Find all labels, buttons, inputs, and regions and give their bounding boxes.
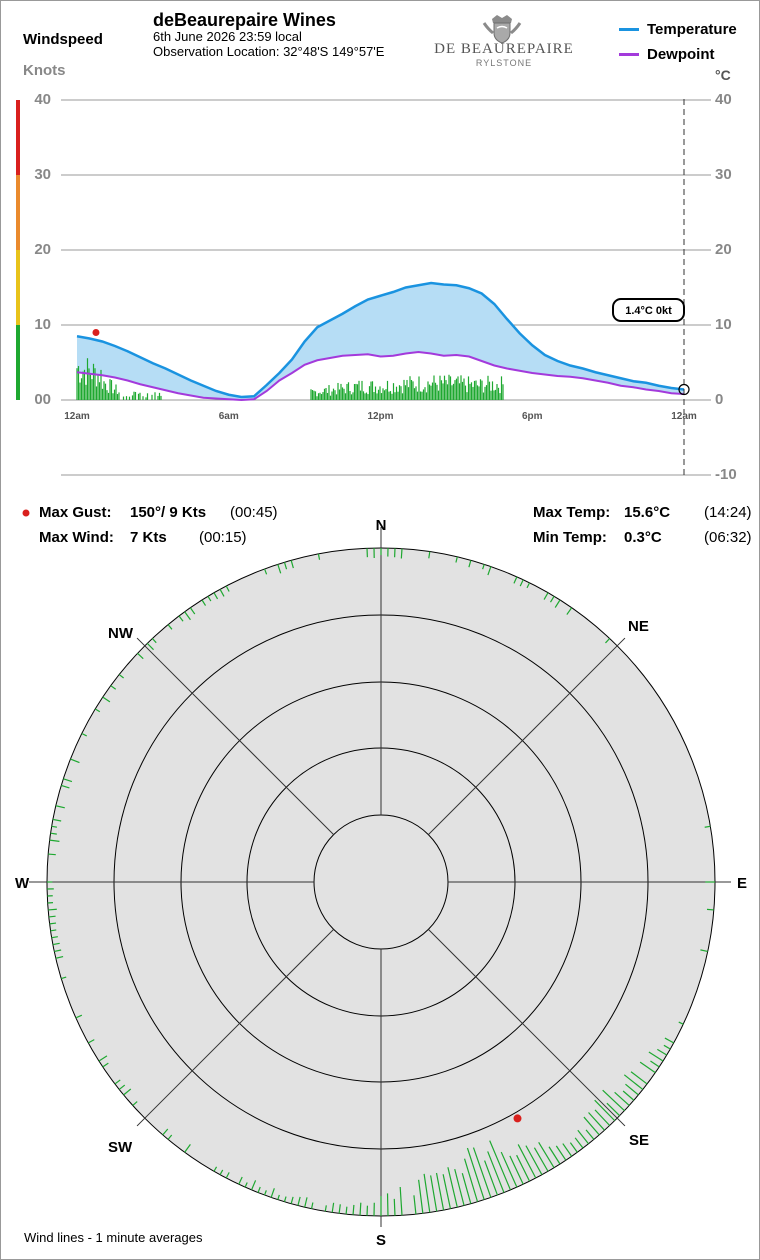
legend-label-dewpoint: Dewpoint (647, 46, 715, 63)
stats-gust-marker (22, 509, 30, 517)
compass-nw: NW (108, 625, 133, 642)
rose-wind-line (48, 908, 57, 911)
rose-wind-line (359, 1202, 362, 1216)
rose-wind-line (345, 1206, 348, 1215)
wind-chart-frame: 1.4°C 0kt Windspeed Knots deBeaurepaire … (0, 0, 760, 1260)
y-right-tick: 10 (715, 316, 732, 333)
legend-swatch-dewpoint (619, 53, 639, 56)
logo-subtitle: RYLSTONE (475, 58, 533, 68)
celsius-label: °C (715, 67, 731, 83)
max-wind-label: Max Wind: (39, 529, 114, 546)
x-tick: 12am (671, 411, 697, 422)
min-temp-label: Min Temp: (533, 529, 607, 546)
y-right-tick: 30 (715, 166, 732, 183)
rose-wind-line (48, 915, 56, 918)
logo-wordmark: DE BEAUREPAIRE (434, 41, 574, 57)
legend-swatch-temperature (619, 28, 639, 31)
y-left-tick: 10 (34, 316, 51, 333)
footer-note: Wind lines - 1 minute averages (24, 1230, 203, 1245)
legend-label-temperature: Temperature (647, 21, 737, 38)
compass-n: N (375, 517, 387, 534)
current-value-label: 1.4°C 0kt (625, 305, 672, 317)
x-tick: 6pm (521, 411, 543, 422)
min-temp-time: (06:32) (704, 529, 752, 546)
y-right-tick: 0 (715, 391, 724, 408)
y-left-tick: 30 (34, 166, 51, 183)
location-line: Observation Location: 32°48'S 149°57'E (153, 44, 385, 59)
x-tick: 6am (218, 411, 239, 422)
max-wind-time: (00:15) (199, 529, 247, 546)
compass-ne: NE (628, 618, 649, 635)
temperature-dewpoint-fill (77, 283, 684, 400)
rose-wind-line (393, 1198, 396, 1216)
rose-wind-line (49, 922, 57, 925)
max-wind-value: 7 Kts (130, 529, 167, 546)
max-gust-time: (00:45) (230, 504, 278, 521)
max-temp-value: 15.6°C (624, 504, 671, 521)
y-left-tick: 00 (34, 391, 51, 408)
compass-w: W (15, 875, 30, 892)
date-line: 6th June 2026 23:59 local (153, 29, 302, 44)
max-temp-label: Max Temp: (533, 504, 611, 521)
rose-wind-line (706, 908, 714, 911)
scale-segment (16, 100, 20, 175)
windspeed-label: Windspeed (23, 31, 103, 48)
scale-segment (16, 175, 20, 250)
knots-label: Knots (23, 62, 66, 79)
x-tick: 12pm (367, 411, 394, 422)
rose-wind-line (352, 1204, 355, 1215)
scale-segment (16, 325, 20, 400)
compass-s: S (375, 1232, 386, 1249)
rose-wind-line (50, 929, 57, 932)
chart-title: deBeaurepaire Wines (153, 10, 336, 30)
scale-segment (16, 250, 20, 325)
compass-sw: SW (108, 1139, 133, 1156)
max-gust-marker (92, 329, 100, 336)
x-tick: 12am (64, 411, 90, 422)
y-right-tick: 20 (715, 241, 732, 258)
rose-wind-line (48, 853, 56, 856)
rose-max-gust-marker (513, 1114, 522, 1123)
y-left-tick: 20 (34, 241, 51, 258)
max-temp-time: (14:24) (704, 504, 752, 521)
min-temp-value: 0.3°C (624, 529, 662, 546)
max-gust-label: Max Gust: (39, 504, 112, 521)
max-gust-value: 150°/ 9 Kts (130, 504, 207, 521)
y-right-tick: -10 (715, 466, 737, 483)
compass-e: E (737, 875, 748, 892)
crest-logo (482, 15, 522, 44)
wind-rose (29, 527, 731, 1227)
y-left-tick: 40 (34, 91, 51, 108)
y-right-tick: 40 (715, 91, 732, 108)
compass-se: SE (629, 1132, 650, 1149)
rose-wind-line (400, 548, 403, 559)
